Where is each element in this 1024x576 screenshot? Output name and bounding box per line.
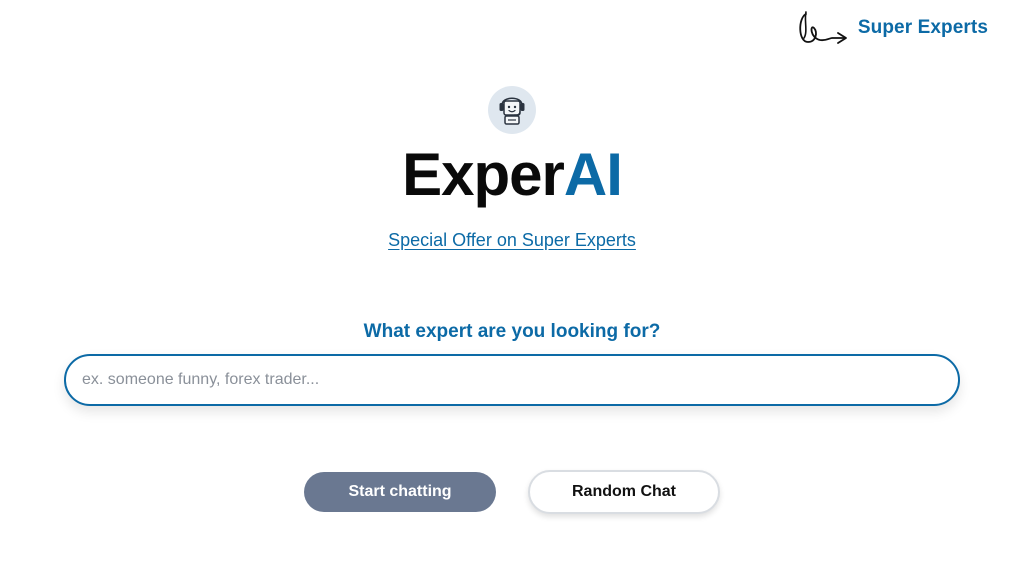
expert-search-input[interactable] — [64, 354, 960, 406]
page: Super Experts ExperAI Special Offer on S… — [0, 0, 1024, 576]
offer-container: Special Offer on Super Experts — [0, 230, 1024, 251]
scribble-arrow-logo-icon — [796, 8, 850, 48]
robot-headset-icon — [488, 86, 536, 134]
start-chatting-button[interactable]: Start chatting — [304, 472, 496, 512]
page-title: ExperAI — [0, 140, 1024, 210]
search-question: What expert are you looking for? — [363, 321, 661, 342]
title-part-exper: Exper — [402, 141, 565, 208]
super-experts-link[interactable]: Super Experts — [796, 8, 988, 48]
special-offer-link[interactable]: Special Offer on Super Experts — [388, 230, 636, 250]
search-container — [64, 354, 960, 406]
brand-label: Super Experts — [857, 17, 988, 38]
title-part-ai: AI — [563, 141, 623, 208]
random-chat-button[interactable]: Random Chat — [528, 470, 720, 514]
